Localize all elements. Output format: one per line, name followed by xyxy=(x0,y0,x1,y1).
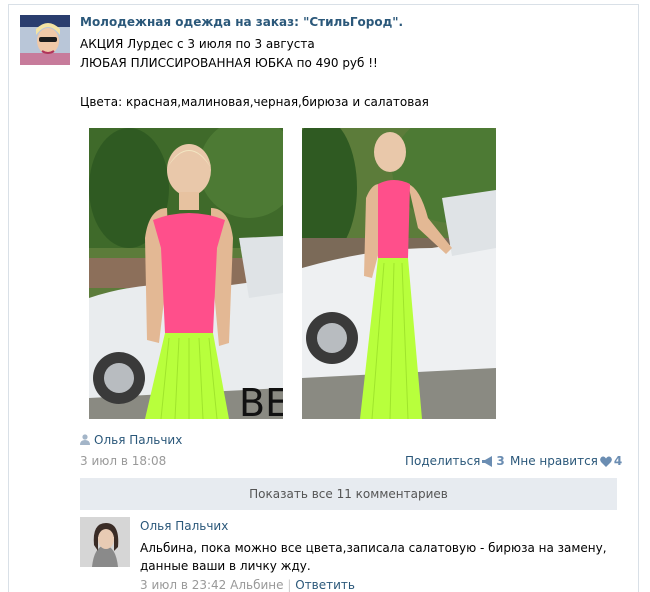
group-avatar[interactable] xyxy=(20,15,70,65)
post-photo[interactable]: BEBE xyxy=(89,128,283,419)
post-text-line: АКЦИЯ Лурдес с 3 июля по 3 августа xyxy=(80,37,315,51)
separator: | xyxy=(287,578,292,592)
share-label: Поделиться xyxy=(405,454,481,468)
like-label: Мне нравится xyxy=(510,454,598,468)
comment-date[interactable]: 3 июл в 23:42 Альбине xyxy=(140,578,284,592)
post-signer-link[interactable]: Олья Пальчих xyxy=(80,433,182,447)
like-count: 4 xyxy=(613,454,623,468)
post-date[interactable]: 3 июл в 18:08 xyxy=(80,454,166,468)
like-button[interactable]: Мне нравится 4 xyxy=(510,454,622,468)
avatar[interactable] xyxy=(80,517,130,567)
share-count: 3 xyxy=(496,454,505,468)
show-all-comments-button[interactable]: Показать все 11 комментариев xyxy=(80,478,617,510)
heart-icon xyxy=(600,456,612,467)
megaphone-icon xyxy=(482,456,493,467)
comment-text: Альбина, пока можно все цвета,записала с… xyxy=(140,541,607,573)
post-author-link[interactable]: Молодежная одежда на заказ: "СтильГород"… xyxy=(80,15,403,29)
reply-button[interactable]: Ответить xyxy=(295,578,355,592)
post-text-line: Цвета: красная,малиновая,черная,бирюза и… xyxy=(80,95,429,109)
post-photo[interactable] xyxy=(302,128,496,419)
user-icon xyxy=(80,434,90,445)
signer-name: Олья Пальчих xyxy=(94,433,183,447)
photo-watermark: BEBE xyxy=(239,381,283,419)
comment-meta: 3 июл в 23:42 Альбине | Ответить xyxy=(140,578,355,592)
comment-author-link[interactable]: Олья Пальчих xyxy=(140,519,228,533)
post-text-line: ЛЮБАЯ ПЛИССИРОВАННАЯ ЮБКА по 490 руб !! xyxy=(80,56,378,70)
share-button[interactable]: Поделиться 3 xyxy=(405,454,505,468)
